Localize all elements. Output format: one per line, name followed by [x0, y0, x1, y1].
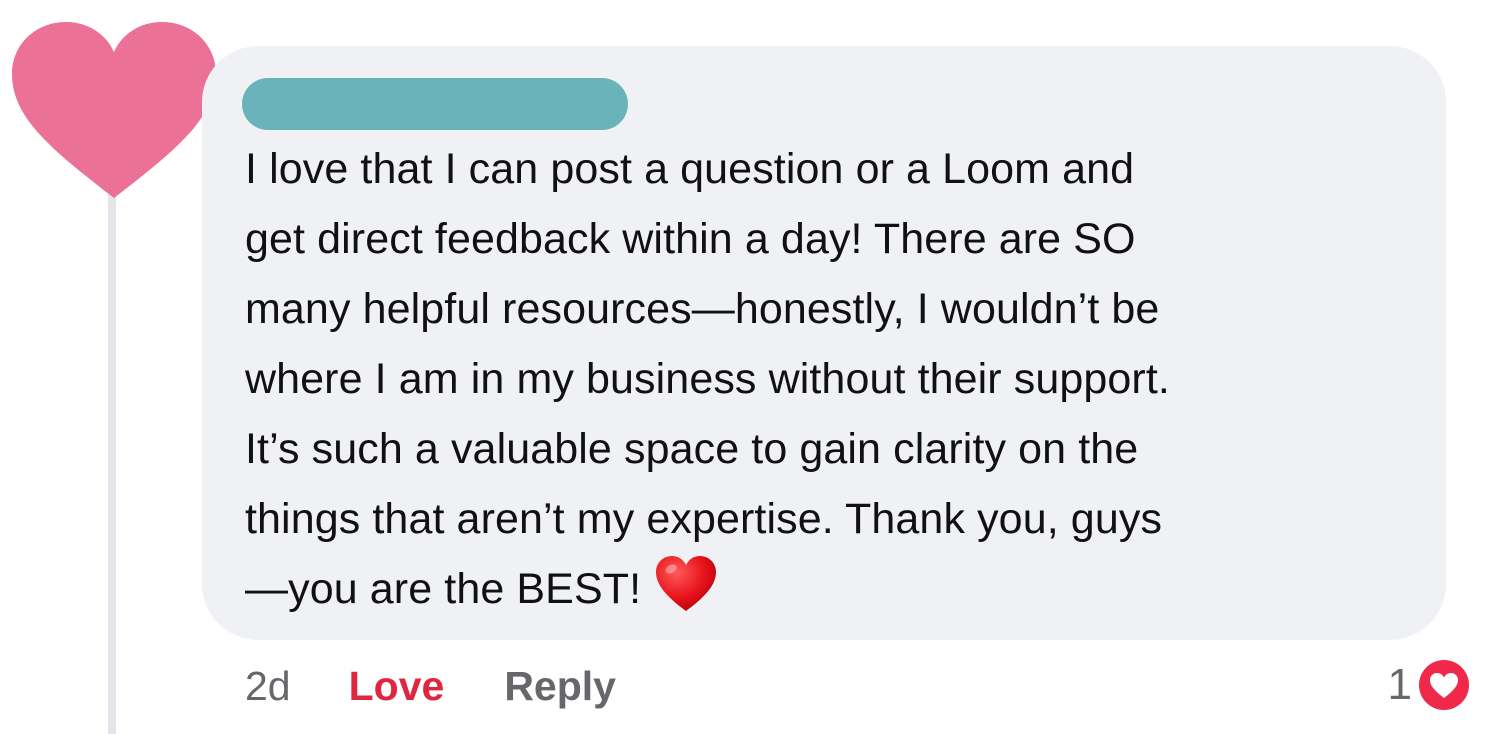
- love-button[interactable]: Love: [349, 663, 445, 710]
- comment-text: I love that I can post a question or a L…: [245, 134, 1415, 624]
- reaction-summary[interactable]: 1: [1388, 652, 1474, 718]
- comment-line: It’s such a valuable space to gain clari…: [245, 425, 1139, 473]
- timestamp[interactable]: 2d: [245, 663, 291, 710]
- reply-button[interactable]: Reply: [504, 663, 616, 710]
- thread-line: [108, 190, 116, 734]
- comment-thread: I love that I can post a question or a L…: [0, 0, 1500, 734]
- comment-line: I love that I can post a question or a L…: [245, 145, 1135, 193]
- love-reaction-icon: [1415, 656, 1473, 714]
- comment-line: —you are the BEST!: [245, 565, 642, 613]
- author-name-redacted[interactable]: [242, 78, 628, 130]
- comment-line: many helpful resources—honestly, I would…: [245, 285, 1160, 333]
- author-avatar[interactable]: [12, 22, 216, 202]
- red-heart-emoji-icon: [656, 556, 717, 611]
- comment-line: where I am in my business without their …: [245, 355, 1170, 403]
- comment-line: things that aren’t my expertise. Thank y…: [245, 495, 1163, 543]
- comment-actions: 2d Love Reply: [245, 656, 616, 716]
- reaction-count: 1: [1387, 660, 1412, 709]
- comment-line: get direct feedback within a day! There …: [245, 215, 1136, 263]
- pink-heart-icon: [12, 22, 216, 198]
